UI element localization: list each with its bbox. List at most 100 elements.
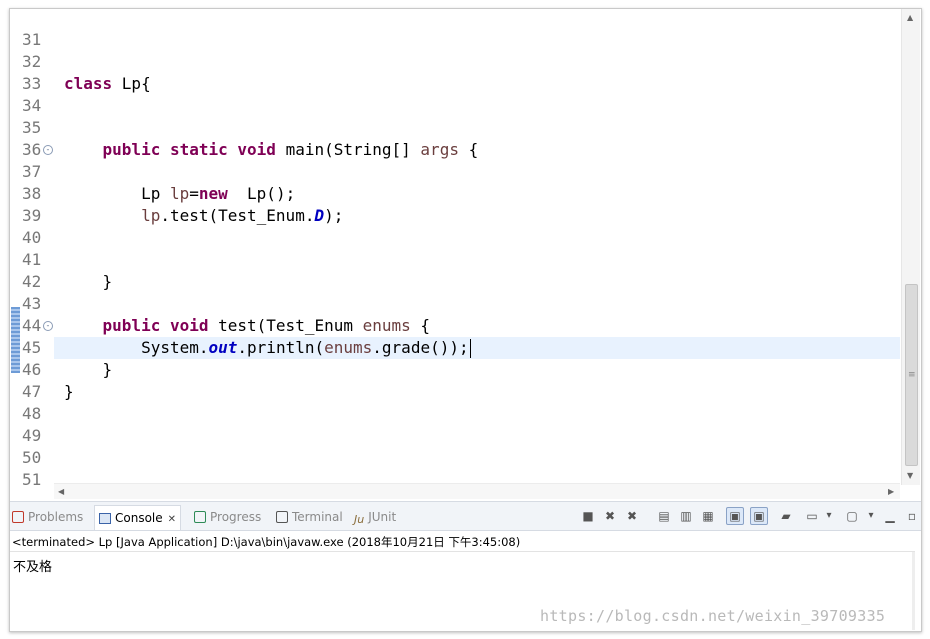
- code-token: .println(: [237, 338, 325, 357]
- keyword-token: class: [64, 74, 122, 93]
- vertical-scrollbar[interactable]: ▲ ≡ ▼: [901, 9, 920, 485]
- tab-label: JUnit: [368, 510, 397, 524]
- variable-token: args: [420, 140, 459, 159]
- line-number: 32: [22, 52, 42, 71]
- clear-console-icon[interactable]: ▦: [700, 508, 716, 524]
- code-line[interactable]: class Lp{: [64, 73, 151, 95]
- close-tab-icon[interactable]: ✕: [168, 514, 176, 525]
- scroll-up-arrow-icon[interactable]: ▲: [907, 13, 913, 22]
- grip-icon: ≡: [908, 370, 916, 380]
- tab-label: Progress: [210, 510, 262, 524]
- code-token: main(String[]: [285, 140, 421, 159]
- maximize-icon[interactable]: ▫: [904, 508, 920, 524]
- line-number: 31: [22, 30, 42, 49]
- variable-token: enums: [324, 338, 373, 357]
- change-indicator-bar: [11, 307, 20, 373]
- code-token: =: [189, 184, 199, 203]
- code-line[interactable]: lp.test(Test_Enum.D);: [64, 205, 343, 227]
- junit-icon: Ju: [354, 513, 365, 526]
- line-number: 42: [22, 272, 42, 291]
- code-token: {: [458, 140, 479, 159]
- scroll-left-arrow-icon[interactable]: ◀: [58, 487, 64, 496]
- remove-launch-icon[interactable]: ✖: [602, 508, 618, 524]
- show-on-stdout-icon[interactable]: ▣: [726, 507, 744, 525]
- variable-token: lp: [141, 206, 161, 225]
- code-line[interactable]: Lp lp=new Lp();: [64, 183, 295, 205]
- line-number: 50: [22, 448, 42, 467]
- line-number: 43: [22, 294, 42, 313]
- keyword-token: public void: [102, 316, 219, 335]
- word-wrap-icon[interactable]: ▥: [678, 508, 694, 524]
- display-console-dropdown-icon[interactable]: ▾: [824, 508, 834, 524]
- show-on-stderr-icon[interactable]: ▣: [750, 507, 768, 525]
- code-token: }: [64, 272, 113, 291]
- display-console-icon[interactable]: ▭: [804, 508, 820, 524]
- remove-all-terminated-icon[interactable]: ✖: [624, 508, 640, 524]
- terminal-icon: [276, 511, 288, 523]
- line-number: 47: [22, 382, 42, 401]
- open-console-dropdown-icon[interactable]: ▾: [866, 508, 876, 524]
- view-tab-bar: Problems Console ✕ Progress Terminal Ju JUnit …: [10, 501, 921, 531]
- line-number: 48: [22, 404, 42, 423]
- minimize-icon[interactable]: ▁: [882, 508, 898, 524]
- line-number: 40: [22, 228, 42, 247]
- code-line[interactable]: }: [64, 359, 113, 381]
- line-number: 35: [22, 118, 42, 137]
- tab-problems[interactable]: Problems: [12, 508, 83, 526]
- scroll-down-arrow-icon[interactable]: ▼: [907, 471, 913, 480]
- variable-token: enums: [362, 316, 411, 335]
- pin-console-icon[interactable]: ▰: [778, 508, 794, 524]
- code-token: test(Test_Enum: [218, 316, 363, 335]
- vertical-scroll-thumb[interactable]: ≡: [905, 284, 918, 466]
- code-token: Lp: [64, 184, 170, 203]
- line-number: 39: [22, 206, 42, 225]
- horizontal-scrollbar[interactable]: ◀ ▶: [54, 483, 900, 499]
- tab-junit[interactable]: Ju JUnit: [354, 508, 396, 526]
- console-process-header: <terminated> Lp [Java Application] D:\ja…: [12, 535, 521, 549]
- code-token: }: [64, 360, 113, 379]
- scroll-right-arrow-icon[interactable]: ▶: [888, 487, 894, 496]
- console-output-text: 不及格: [13, 560, 53, 575]
- problems-icon: [12, 511, 24, 523]
- code-line[interactable]: System.out.println(enums.grade());: [64, 337, 471, 359]
- code-token: Lp{: [121, 74, 151, 93]
- line-number: 44: [22, 316, 42, 335]
- fold-toggle-icon[interactable]: -: [43, 321, 53, 331]
- scroll-lock-icon[interactable]: ▤: [656, 508, 672, 524]
- console-icon: [99, 513, 111, 524]
- code-token: .grade());: [372, 338, 469, 357]
- keyword-token: public static void: [102, 140, 286, 159]
- code-token: }: [64, 382, 74, 401]
- open-console-icon[interactable]: ▢: [844, 508, 860, 524]
- tab-terminal[interactable]: Terminal: [276, 508, 343, 526]
- code-line[interactable]: public static void main(String[] args {: [64, 139, 479, 161]
- code-line[interactable]: }: [64, 271, 113, 293]
- fold-toggle-icon[interactable]: -: [43, 145, 53, 155]
- tab-console[interactable]: Console ✕: [94, 505, 182, 530]
- console-scrollbar[interactable]: [912, 552, 915, 630]
- code-line[interactable]: }: [64, 381, 74, 403]
- ide-window: 31 32 33 34 35 36-37 38 39 40 41 42 43 44-45 46 47 48 49…: [9, 8, 922, 632]
- code-token: .test(Test_Enum.: [160, 206, 315, 225]
- static-field-token: D: [314, 206, 325, 225]
- line-number-gutter: 31 32 33 34 35 36-37 38 39 40 41 42 43 44-45 46 47 48 49…: [10, 9, 54, 489]
- line-number: 41: [22, 250, 42, 269]
- code-token: );: [324, 206, 344, 225]
- code-line[interactable]: public void test(Test_Enum enums {: [64, 315, 431, 337]
- terminate-icon[interactable]: ■: [580, 508, 596, 524]
- line-number: 38: [22, 184, 42, 203]
- code-text-area[interactable]: class Lp{ public static void main(String…: [54, 9, 900, 485]
- line-number: 34: [22, 96, 42, 115]
- code-token: System.: [64, 338, 209, 357]
- line-number: 51: [22, 470, 42, 489]
- text-cursor: [469, 339, 471, 358]
- tab-progress[interactable]: Progress: [194, 508, 261, 526]
- tab-label: Terminal: [292, 510, 343, 524]
- progress-icon: [194, 511, 206, 523]
- line-number: 36: [22, 140, 42, 159]
- static-field-token: out: [208, 338, 238, 357]
- code-editor[interactable]: 31 32 33 34 35 36-37 38 39 40 41 42 43 44-45 46 47 48 49…: [10, 9, 921, 499]
